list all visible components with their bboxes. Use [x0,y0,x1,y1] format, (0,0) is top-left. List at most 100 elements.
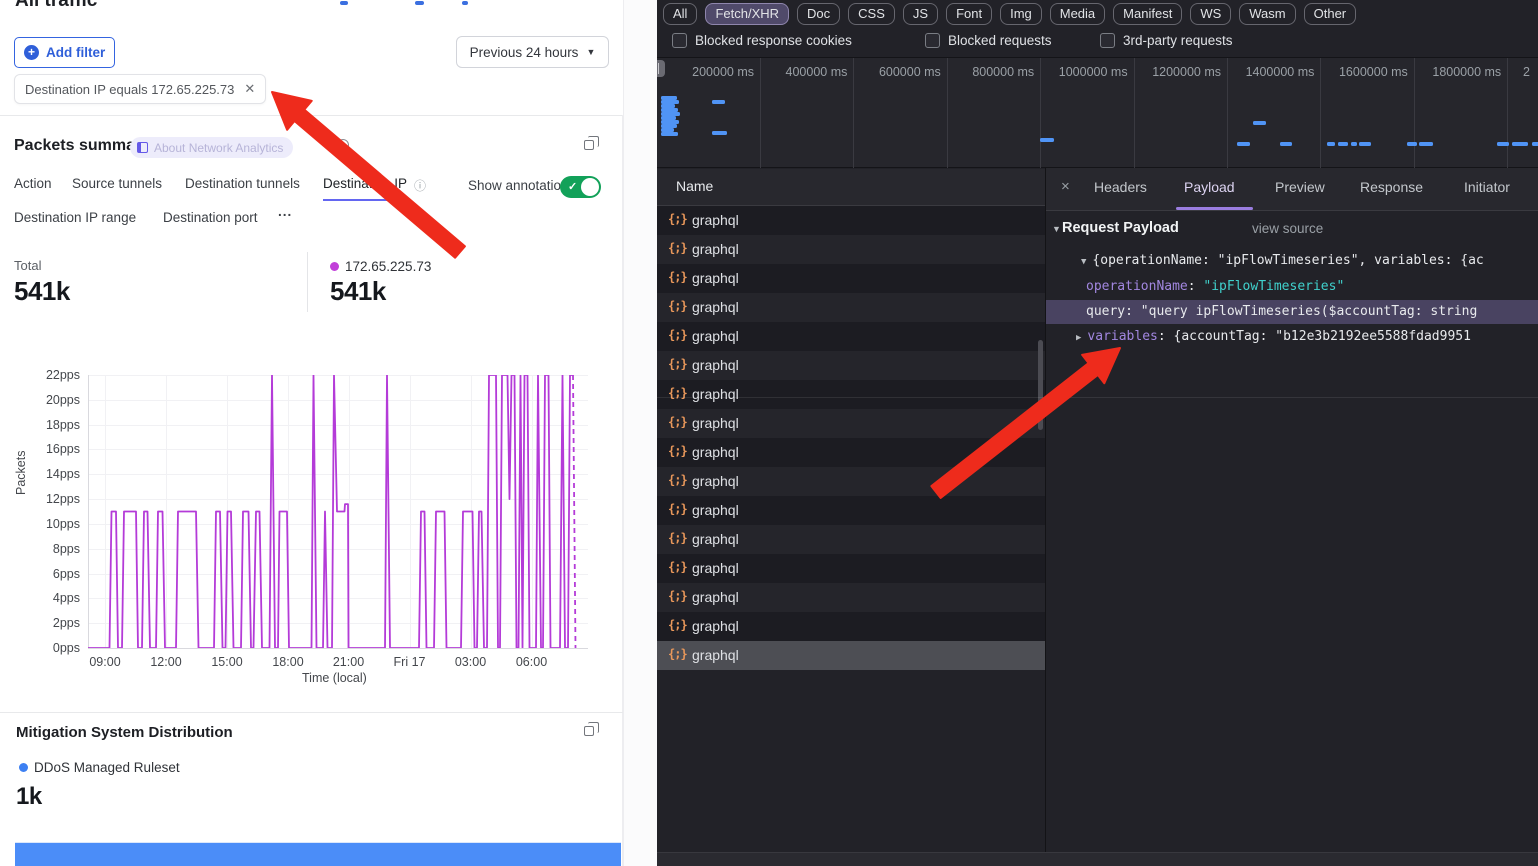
table-row-request[interactable]: {;}graphql [657,583,1045,612]
show-annotations-toggle[interactable]: ✓ [560,176,601,198]
timeline-ruler-label: 1200000 ms [1152,65,1221,79]
table-row-request[interactable]: {;}graphql [657,293,1045,322]
filter-pill-js[interactable]: JS [903,3,938,25]
detail-tab-initiator[interactable]: Initiator [1464,179,1510,195]
payload-line[interactable]: ▼{operationName: "ipFlowTimeseries", var… [1081,253,1484,268]
tab-destination-port[interactable]: Destination port [163,210,258,225]
filter-pill-fetchxhr[interactable]: Fetch/XHR [705,3,789,25]
filter-pill-img[interactable]: Img [1000,3,1042,25]
clipped-toolbar-stub [415,1,424,5]
scrollbar-thumb[interactable] [1038,340,1043,430]
tab-destination-tunnels[interactable]: Destination tunnels [185,176,300,191]
table-row-request[interactable]: {;} graphql [657,641,1045,670]
json-braces-icon: {;} [668,589,687,603]
info-icon[interactable]: ⓘ [414,177,426,194]
detail-tab-response[interactable]: Response [1360,179,1423,195]
request-name: graphql [692,647,739,663]
table-row-request[interactable]: {;}graphql [657,235,1045,264]
stat-divider [307,252,308,312]
payload-key: variables [1087,329,1157,344]
table-row-request[interactable]: {;}graphql [657,554,1045,583]
overview-drag-handle[interactable] [657,60,665,77]
filter-chip[interactable]: Destination IP equals 172.65.225.73 ✕ [14,74,266,104]
payload-line[interactable]: operationName: "ipFlowTimeseries" [1086,279,1344,294]
table-row-request[interactable]: {;}graphql [657,496,1045,525]
y-tick-label: 8pps [20,542,80,556]
tab-action[interactable]: Action [14,176,52,191]
detail-tab-headers[interactable]: Headers [1094,179,1147,195]
table-row-request[interactable]: {;}graphql [657,264,1045,293]
table-row-request[interactable]: {;}graphql [657,351,1045,380]
time-range-label: Previous 24 hours [470,45,579,60]
timeline-gridline [853,58,854,168]
filter-pill-media[interactable]: Media [1050,3,1105,25]
page-title-clipped: All traffic [15,0,97,12]
popout-icon[interactable] [584,726,594,736]
checkbox-box[interactable] [672,33,687,48]
checkbox-box[interactable] [1100,33,1115,48]
request-name: graphql [692,618,739,634]
table-row-request[interactable]: {;}graphql [657,380,1045,409]
checkbox-blocked-response-cookies[interactable]: Blocked response cookies [672,33,852,48]
waterfall-overview-mark [1280,142,1292,146]
tab-source-tunnels[interactable]: Source tunnels [72,176,162,191]
screenshot-root: All traffic + Add filter Previous 24 hou… [0,0,1538,866]
json-braces-icon: {;} [668,647,687,661]
tabs-overflow-button[interactable]: ... [278,204,292,219]
waterfall-overview-mark [1253,121,1266,125]
x-tick-label: 21:00 [333,655,364,669]
remove-filter-icon[interactable]: ✕ [244,81,255,97]
detail-tab-payload[interactable]: Payload [1184,179,1235,195]
close-icon[interactable]: × [1061,178,1070,195]
table-row-request[interactable]: {;}graphql [657,525,1045,554]
about-network-analytics-badge[interactable]: About Network Analytics [130,137,293,158]
payload-line[interactable]: ▶variables: {accountTag: "b12e3b2192ee55… [1076,329,1471,344]
x-axis-line [88,648,588,649]
table-row-request[interactable]: {;}graphql [657,467,1045,496]
mitigation-legend: DDoS Managed Ruleset [34,760,180,775]
json-braces-icon: {;} [668,618,687,632]
view-source-link[interactable]: view source [1252,221,1323,236]
table-row-request[interactable]: {;}graphql [657,322,1045,351]
y-tick-label: 6pps [20,567,80,581]
popout-icon[interactable] [584,140,594,150]
payload-line[interactable]: query: "query ipFlowTimeseries($accountT… [1086,304,1477,319]
table-row-request[interactable]: {;} graphql [657,612,1045,641]
timeline-ruler-label: 1600000 ms [1339,65,1408,79]
time-range-dropdown[interactable]: Previous 24 hours ▼ [456,36,609,68]
filter-pill-wasm[interactable]: Wasm [1239,3,1295,25]
filter-pill-manifest[interactable]: Manifest [1113,3,1182,25]
filter-pill-all[interactable]: All [663,3,697,25]
table-row-request[interactable]: {;}graphql [657,438,1045,467]
x-tick-label: 18:00 [272,655,303,669]
checkbox-box[interactable] [925,33,940,48]
table-row-request[interactable]: {;}graphql [657,206,1045,235]
tab-destination-ip-range[interactable]: Destination IP range [14,210,136,225]
add-filter-button[interactable]: + Add filter [14,37,115,68]
waterfall-overview-mark [1532,142,1538,146]
filter-pill-css[interactable]: CSS [848,3,895,25]
checkbox-3rd-party-requests[interactable]: 3rd-party requests [1100,33,1233,48]
filter-pill-ws[interactable]: WS [1190,3,1231,25]
request-payload-title: Request Payload [1062,220,1179,236]
disclosure-triangle-icon[interactable]: ▶ [1076,333,1081,343]
json-braces-icon: {;} [668,502,687,516]
request-type-filters: All Fetch/XHR Doc CSS JS Font Img Media Manifest… [663,3,1356,25]
filter-pill-doc[interactable]: Doc [797,3,840,25]
detail-tab-preview[interactable]: Preview [1275,179,1325,195]
waterfall-overview-mark [1419,142,1433,146]
filter-pill-font[interactable]: Font [946,3,992,25]
disclosure-triangle-icon[interactable]: ▼ [1081,257,1086,267]
table-row-request[interactable]: {;}graphql [657,409,1045,438]
json-braces-icon: {;} [668,560,687,574]
checkbox-blocked-requests[interactable]: Blocked requests [925,33,1052,48]
timeline-gridline [947,58,948,168]
network-overview-timeline[interactable]: 200000 ms400000 ms600000 ms800000 ms1000… [657,58,1538,168]
tab-destination-ip[interactable]: Destination IP [323,176,407,191]
disclosure-triangle-icon[interactable]: ▼ [1052,224,1061,234]
filter-pill-other[interactable]: Other [1304,3,1357,25]
request-name: graphql [692,357,739,373]
packets-series-line [88,375,573,648]
name-column-header[interactable]: Name [657,169,1045,206]
waterfall-overview-mark [1359,142,1371,146]
